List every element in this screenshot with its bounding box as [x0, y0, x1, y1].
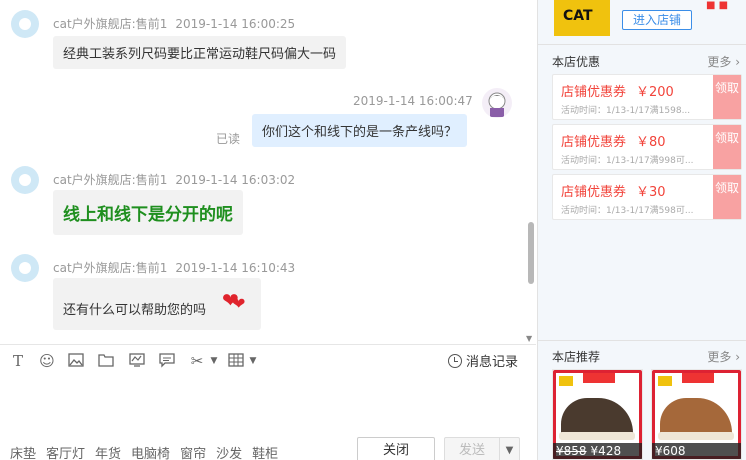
sender-name: cat户外旗舰店:售前1 [53, 173, 168, 187]
more-label: 更多 [707, 350, 732, 364]
divider [538, 44, 746, 45]
screen-icon[interactable] [128, 352, 146, 370]
seller-avatar [11, 166, 39, 194]
seller-avatar [11, 254, 39, 282]
timestamp: 2019-1-14 16:00:47 [353, 94, 473, 108]
chevron-down-icon[interactable]: ▼ [205, 352, 223, 370]
coupon-title: 店铺优惠券 ￥80 [561, 131, 666, 150]
keyword-link[interactable]: 年货 [95, 443, 121, 460]
input-toolbar: T ☺ ✂ ▼ ▼ 消息记录 [0, 344, 536, 374]
product-price: ¥608 [652, 443, 741, 459]
sale-price: ¥608 [655, 444, 686, 458]
message-meta: cat户外旗舰店:售前1 2019-1-14 16:10:43 [53, 259, 295, 276]
close-button[interactable]: 关闭 [357, 437, 435, 460]
timestamp: 2019-1-14 16:03:02 [175, 173, 296, 187]
shop-logo[interactable]: CAT [554, 0, 610, 36]
old-price: ¥858 [556, 444, 587, 458]
timestamp: 2019-1-14 16:10:43 [175, 261, 296, 275]
message-input[interactable] [0, 374, 536, 434]
coupon-amount: ￥80 [636, 135, 666, 150]
history-label: 消息记录 [465, 355, 518, 370]
sender-name: cat户外旗舰店:售前1 [53, 17, 168, 31]
coupon-card: 店铺优惠券 ￥80 活动时间：1/13-1/17满998可... 领取 [552, 124, 742, 170]
product-price: ¥858 ¥428 [553, 443, 642, 459]
user-avatar [482, 88, 512, 118]
coupon-card: 店铺优惠券 ￥200 活动时间：1/13-1/17满1598... 领取 [552, 74, 742, 120]
scrollbar-thumb[interactable] [528, 222, 534, 284]
cat-logo-icon [658, 376, 672, 386]
send-label: 发送 [458, 443, 485, 458]
message-bubble-self: 你们这个和线下的是一条产线吗？ [252, 114, 468, 147]
chat-window: cat户外旗舰店:售前1 2019-1-14 16:00:25 经典工装系列尺码要… [0, 0, 746, 460]
more-label: 更多 [707, 55, 732, 69]
coupon-amount: ￥30 [636, 185, 666, 200]
message-meta: cat户外旗舰店:售前1 2019-1-14 16:00:25 [53, 15, 295, 32]
folder-icon[interactable] [97, 352, 115, 370]
keyword-link[interactable]: 床垫 [10, 443, 36, 460]
recommend-title: 本店推荐 [552, 350, 601, 364]
product-card[interactable]: ¥608 [651, 369, 742, 460]
keyword-link[interactable]: 沙发 [216, 443, 242, 460]
keyword-link[interactable]: 客厅灯 [46, 443, 85, 460]
chevron-down-icon[interactable]: ▼ [244, 352, 262, 370]
cat-logo-icon [559, 376, 573, 386]
coupon-label: 店铺优惠券 [561, 85, 627, 100]
clock-icon [447, 353, 462, 368]
recommend-more-link[interactable]: 更多 › [707, 348, 740, 365]
coupons-title: 本店优惠 [552, 55, 601, 69]
message-bubble: 线上和线下是分开的呢 [53, 190, 243, 235]
scissors-icon[interactable]: ✂ [188, 352, 206, 370]
table-icon[interactable] [227, 352, 245, 370]
text-format-icon[interactable]: T [9, 352, 27, 370]
claim-coupon-button[interactable]: 领取 [713, 125, 741, 169]
shoe-sole [658, 432, 734, 440]
seller-avatar [11, 10, 39, 38]
coupon-label: 店铺优惠券 [561, 135, 627, 150]
claim-coupon-button[interactable]: 领取 [713, 75, 741, 119]
hearts-emoji-icon: ❤ [232, 294, 246, 313]
product-card[interactable]: ¥858 ¥428 [552, 369, 643, 460]
shoe-sole [559, 432, 635, 440]
read-status: 已读 [216, 132, 241, 146]
message-list[interactable]: cat户外旗舰店:售前1 2019-1-14 16:00:25 经典工装系列尺码要… [0, 0, 536, 344]
send-button[interactable]: 发送 ▼ [444, 437, 520, 460]
sale-price: ¥428 [590, 444, 622, 458]
send-options-icon[interactable]: ▼ [499, 438, 519, 460]
keyword-link[interactable]: 电脑椅 [131, 443, 170, 460]
logo-text: CAT [563, 8, 593, 24]
message-meta: cat户外旗舰店:售前1 2019-1-14 16:03:02 [53, 171, 295, 188]
coupon-label: 店铺优惠券 [561, 185, 627, 200]
coupon-condition: 活动时间：1/13-1/17满1598... [561, 106, 691, 116]
promo-band [583, 373, 615, 383]
coupon-amount: ￥200 [636, 85, 674, 100]
emoji-icon[interactable]: ☺ [38, 352, 56, 370]
message-bubble: 经典工装系列尺码要比正常运动鞋尺码偏大一码 [53, 36, 347, 69]
shop-sidebar: CAT ■ ■ 进入店铺 本店优惠 更多 › 店铺优惠券 ￥200 活动时间：1/… [537, 0, 746, 460]
comment-icon[interactable] [158, 352, 176, 370]
keyword-list: 床垫 客厅灯 年货 电脑椅 窗帘 沙发 鞋柜 [10, 443, 278, 460]
coupon-condition: 活动时间：1/13-1/17满598可... [561, 206, 694, 216]
scroll-down-icon[interactable]: ▼ [526, 334, 532, 343]
promo-band [682, 373, 714, 383]
keyword-link[interactable]: 鞋柜 [252, 443, 278, 460]
sender-name: cat户外旗舰店:售前1 [53, 261, 168, 275]
coupon-title: 店铺优惠券 ￥30 [561, 181, 666, 200]
enter-shop-button[interactable]: 进入店铺 [622, 10, 692, 30]
coupons-more-link[interactable]: 更多 › [707, 53, 740, 70]
message-text: 还有什么可以帮助您的吗 [63, 302, 207, 318]
message-history-button[interactable]: 消息记录 [447, 351, 518, 370]
divider [538, 340, 746, 341]
image-icon[interactable] [67, 352, 85, 370]
coupon-card: 店铺优惠券 ￥30 活动时间：1/13-1/17满598可... 领取 [552, 174, 742, 220]
favorite-icon[interactable]: ■ ■ [706, 0, 728, 11]
claim-coupon-button[interactable]: 领取 [713, 175, 741, 219]
coupon-condition: 活动时间：1/13-1/17满998可... [561, 156, 694, 166]
keyword-link[interactable]: 窗帘 [180, 443, 206, 460]
coupon-title: 店铺优惠券 ￥200 [561, 81, 674, 100]
timestamp: 2019-1-14 16:00:25 [175, 17, 296, 31]
